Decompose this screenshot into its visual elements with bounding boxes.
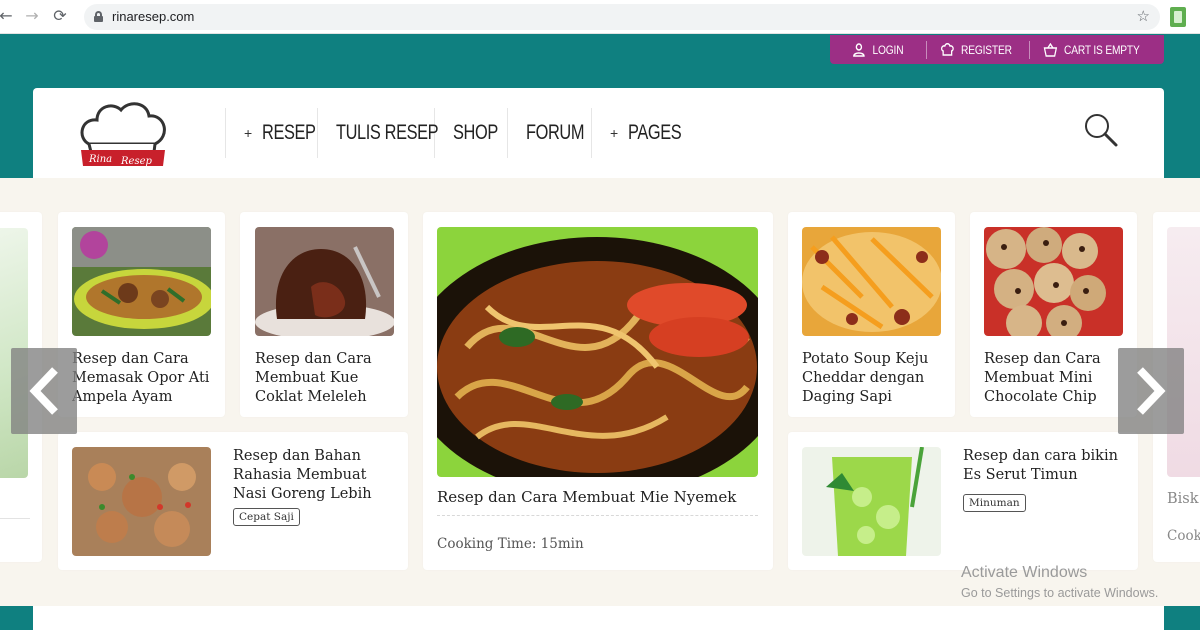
menu-label: PAGES (627, 121, 682, 144)
recipe-slider: Resep dan Cara Memasak Opor Ati Ampela A… (0, 178, 1200, 606)
footer-background (0, 606, 33, 630)
logo-text-resep: Resep (120, 156, 152, 167)
plus-icon: + (244, 125, 252, 141)
basket-icon (1043, 42, 1058, 57)
divider (0, 518, 30, 519)
recipe-card-mie-nyemek-featured[interactable]: Resep dan Cara Membuat Mie Nyemek Kh Coo… (423, 212, 773, 570)
bookmark-star-icon[interactable]: ☆ (1137, 7, 1150, 25)
recipe-image-mie (437, 227, 758, 477)
cooking-time: Cook (1167, 528, 1200, 544)
lock-icon (94, 11, 103, 22)
login-label: LOGIN (872, 42, 904, 57)
recipe-title[interactable]: Resep dan Cara Membuat Mini Chocolate Ch… (984, 350, 1129, 406)
site-header: Rina Resep + RESEP TULIS RESEP SHOP FORU… (33, 88, 1164, 178)
menu-label: TULIS RESEP (336, 121, 439, 144)
footer-background (1164, 606, 1200, 630)
recipe-image-kue (255, 227, 394, 336)
site-logo[interactable]: Rina Resep (79, 98, 167, 168)
menu-item-shop[interactable]: SHOP (434, 108, 507, 158)
recipe-title[interactable]: Resep dan Cara Memasak Opor Ati Ampela A… (72, 350, 217, 406)
activate-windows-title: Activate Windows (961, 564, 1088, 581)
category-tag[interactable]: Cepat Saji (233, 508, 300, 526)
menu-item-pages[interactable]: + PAGES (591, 108, 691, 158)
recipe-card-chocolate-chip[interactable]: Resep dan Cara Membuat Mini Chocolate Ch… (970, 212, 1137, 417)
address-bar[interactable]: rinaresep.com ☆ (84, 4, 1160, 30)
plus-icon: + (610, 125, 618, 141)
register-link[interactable]: REGISTER (927, 35, 1014, 64)
recipe-title[interactable]: Resep dan Bahan Rahasia Membuat Nasi Gor… (233, 447, 383, 503)
slider-prev-button[interactable] (11, 348, 77, 434)
recipe-image-opor (72, 227, 211, 336)
category-tag[interactable]: Minuman (963, 494, 1026, 512)
login-link[interactable]: LOGIN (830, 35, 912, 64)
recipe-image-es (802, 447, 941, 556)
menu-label: FORUM (526, 121, 585, 144)
recipe-image-nasi (72, 447, 211, 556)
recipe-card-kue-coklat[interactable]: Resep dan Cara Membuat Kue Coklat Melele… (240, 212, 408, 417)
search-icon[interactable] (1083, 112, 1119, 148)
main-menu: + RESEP TULIS RESEP SHOP FORUM + PAGES (225, 108, 691, 158)
back-arrow-icon[interactable]: ← (0, 6, 16, 26)
recipe-title[interactable]: Bisk (1167, 490, 1200, 512)
cart-link[interactable]: CART IS EMPTY (1030, 35, 1140, 64)
activate-windows-subtitle: Go to Settings to activate Windows. (961, 586, 1159, 600)
user-icon (853, 42, 865, 57)
menu-item-tulis-resep[interactable]: TULIS RESEP (317, 108, 439, 158)
slider-next-button[interactable] (1118, 348, 1184, 434)
cooking-time: Cooking Time: 15min (437, 536, 584, 552)
register-label: REGISTER (961, 42, 1012, 57)
recipe-card-opor[interactable]: Resep dan Cara Memasak Opor Ati Ampela A… (58, 212, 225, 417)
menu-item-forum[interactable]: FORUM (507, 108, 591, 158)
divider (437, 515, 758, 516)
extension-icon[interactable] (1170, 7, 1186, 27)
recipe-title[interactable]: Resep dan Cara Membuat Mie Nyemek Kh (437, 488, 758, 510)
menu-item-resep[interactable]: + RESEP (225, 108, 317, 158)
browser-toolbar: ← → ⟳ rinaresep.com ☆ (0, 0, 1200, 34)
chevron-right-icon (1137, 367, 1166, 415)
chef-hat-icon (941, 42, 954, 56)
recipe-title[interactable]: Potato Soup Keju Cheddar dengan Daging S… (802, 350, 947, 406)
logo-text-rina: Rina (88, 154, 112, 165)
recipe-card-potato-soup[interactable]: Potato Soup Keju Cheddar dengan Daging S… (788, 212, 955, 417)
recipe-image-cookie (984, 227, 1123, 336)
chevron-left-icon (29, 367, 58, 415)
url-text: rinaresep.com (112, 9, 195, 24)
chef-hat-logo-icon: Rina Resep (80, 102, 166, 167)
recipe-card-nasi-goreng[interactable]: Resep dan Bahan Rahasia Membuat Nasi Gor… (58, 432, 408, 570)
recipe-image-potato (802, 227, 941, 336)
forward-arrow-icon[interactable]: → (22, 6, 42, 26)
menu-label: SHOP (453, 121, 498, 144)
menu-label: RESEP (261, 121, 316, 144)
recipe-card-es-serut-timun[interactable]: Resep dan cara bikin Es Serut Timun Minu… (788, 432, 1138, 570)
recipe-title[interactable]: Resep dan cara bikin Es Serut Timun (963, 447, 1123, 487)
user-bar: LOGIN REGISTER CART IS EMPTY (830, 35, 1164, 64)
cart-label: CART IS EMPTY (1064, 42, 1140, 57)
reload-icon[interactable]: ⟳ (50, 6, 70, 26)
recipe-title[interactable]: Resep dan Cara Membuat Kue Coklat Melele… (255, 350, 400, 406)
